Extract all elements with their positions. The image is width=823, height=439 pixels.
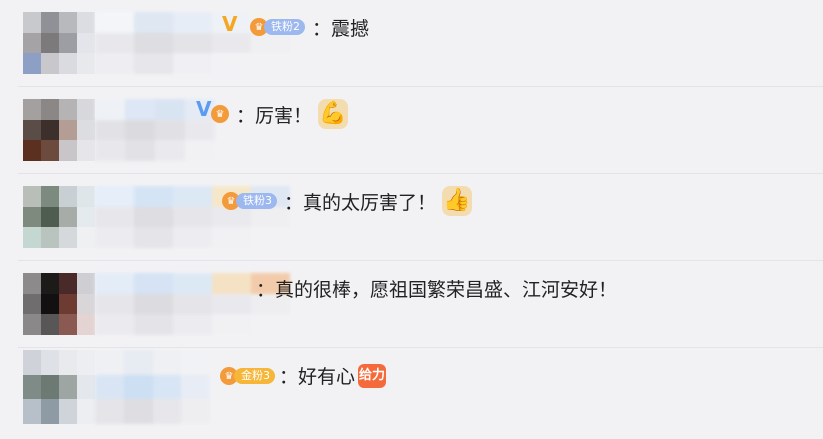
colon: ：	[312, 18, 332, 40]
comment-text: ： 真的太厉害了！ 👍	[284, 186, 473, 216]
comment-item: V ♛ ： 厉害！ 💪	[0, 87, 823, 174]
verified-v-icon: V	[222, 12, 238, 36]
comment-text: ： 真的很棒，愿祖国繁荣昌盛、江河安好！	[256, 275, 617, 302]
fan-badge: ♛ 铁粉3	[222, 191, 277, 211]
comment-item: ♛ 金粉3 ： 好有心 给力	[0, 348, 823, 439]
fan-badge-label: 铁粉3	[236, 193, 277, 209]
verified-v-icon: V	[196, 97, 212, 121]
fan-badge: ♛	[211, 104, 229, 124]
colon: ：	[236, 104, 256, 127]
avatar[interactable]	[23, 273, 95, 335]
fan-badge: ♛ 铁粉2	[250, 17, 305, 37]
comment-content: 震撼	[331, 18, 370, 40]
crown-icon: ♛	[211, 105, 229, 123]
comment-content: 厉害！	[255, 104, 313, 127]
fan-badge-label: 金粉3	[234, 368, 275, 384]
colon: ：	[284, 191, 304, 214]
comment-item: V ♛ 铁粉2 ： 震撼	[0, 0, 823, 87]
fan-badge-label: 铁粉2	[264, 19, 305, 35]
avatar[interactable]	[23, 12, 95, 74]
comment-text: ： 震撼	[312, 14, 369, 41]
comment-text: ： 厉害！ 💪	[236, 99, 349, 129]
geili-sticker-icon: 给力	[358, 363, 387, 388]
fan-badge: ♛ 金粉3	[220, 366, 275, 386]
comment-item: ： 真的很棒，愿祖国繁荣昌盛、江河安好！	[0, 261, 823, 348]
thumbs-up-emoji-icon: 👍	[442, 186, 473, 216]
avatar[interactable]	[23, 186, 95, 248]
avatar[interactable]	[23, 99, 95, 161]
avatar[interactable]	[23, 350, 95, 424]
comment-content: 真的很棒，愿祖国繁荣昌盛、江河安好！	[275, 279, 618, 301]
comment-item: ♛ 铁粉3 ： 真的太厉害了！ 👍	[0, 174, 823, 261]
comment-content: 好有心	[298, 366, 356, 388]
username-blurred[interactable]	[95, 350, 210, 424]
comment-content: 真的太厉害了！	[303, 191, 437, 214]
comment-text: ： 好有心 给力	[279, 362, 387, 389]
colon: ：	[279, 366, 299, 388]
muscle-emoji-icon: 💪	[318, 99, 349, 129]
colon: ：	[256, 279, 276, 301]
